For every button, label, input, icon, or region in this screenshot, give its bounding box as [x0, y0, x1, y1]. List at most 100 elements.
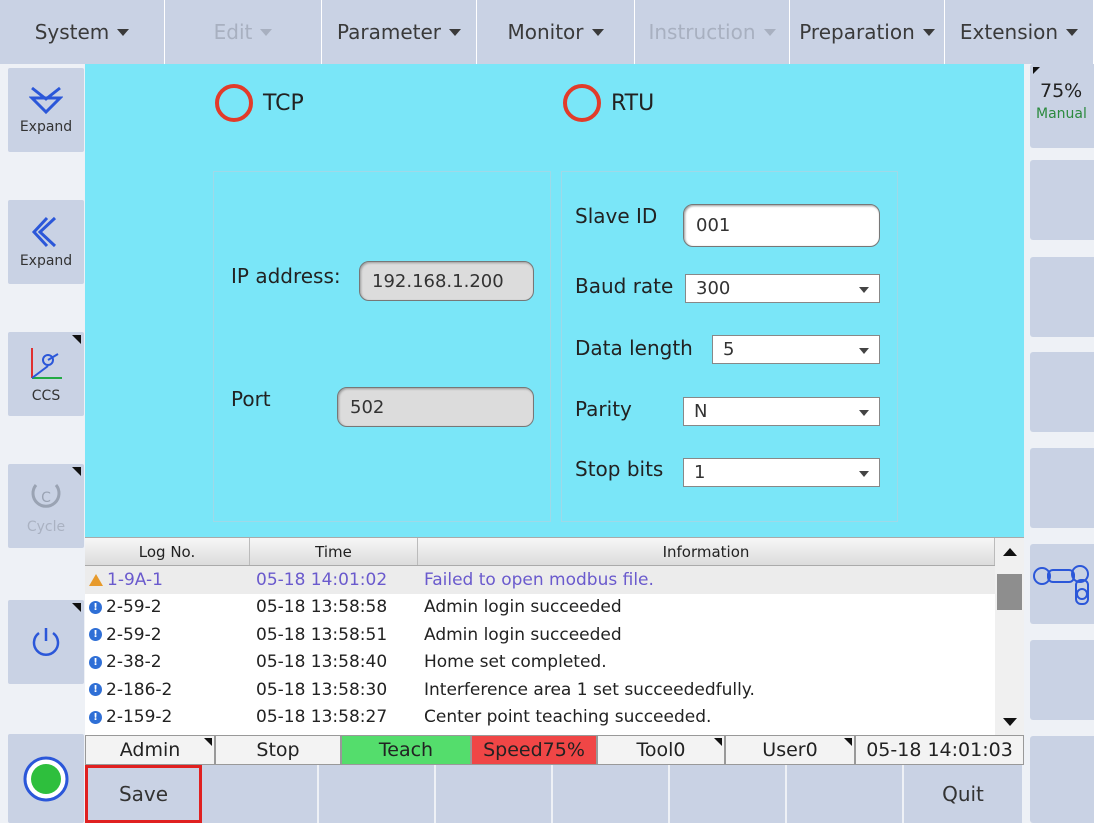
time-header[interactable]: Time [250, 538, 418, 565]
port-field[interactable]: 502 [337, 387, 534, 427]
log-info: Failed to open modbus file. [424, 569, 654, 590]
user-status[interactable]: Admin [85, 735, 215, 765]
tcp-label: TCP [263, 90, 304, 116]
submenu-corner-icon [72, 467, 81, 476]
warning-icon [89, 573, 103, 586]
scroll-down-icon[interactable] [1003, 718, 1017, 726]
right-toolbar: 75% Manual [1024, 64, 1094, 823]
right-button-4[interactable] [1030, 352, 1094, 432]
bottom-button-7[interactable] [787, 765, 904, 823]
data-length-value: 5 [723, 339, 735, 360]
table-row[interactable]: 1-9A-1 05-18 14:01:02 Failed to open mod… [85, 566, 995, 594]
stop-bits-select[interactable]: 1 [683, 458, 880, 487]
log-no: 2-186-2 [106, 679, 173, 700]
expand-down-label: Expand [19, 119, 73, 135]
submenu-corner-icon [72, 603, 81, 612]
chevron-down-icon [859, 348, 869, 354]
submenu-corner-icon [72, 335, 81, 344]
right-button-5[interactable] [1030, 448, 1094, 528]
svg-text:C: C [41, 490, 51, 506]
user-frame-status[interactable]: User0 [725, 735, 855, 765]
baud-rate-value: 300 [696, 278, 731, 299]
speed-value: 75% [1040, 80, 1083, 102]
menu-parameter[interactable]: Parameter [322, 0, 477, 64]
status-bar: Admin Stop Teach Speed75% Tool0 User0 05… [85, 735, 1024, 765]
tcp-group [213, 171, 551, 522]
table-row[interactable]: ! 2-38-2 05-18 13:58:40 Home set complete… [85, 649, 995, 677]
bottom-button-4[interactable] [436, 765, 553, 823]
log-no: 2-59-2 [106, 597, 162, 618]
log-info: Admin login succeeded [424, 624, 622, 645]
table-row[interactable]: ! 2-59-2 05-18 13:58:58 Admin login succe… [85, 594, 995, 622]
slave-id-field[interactable]: 001 [683, 204, 880, 247]
bottom-button-5[interactable] [553, 765, 670, 823]
ccs-button[interactable]: CCS [8, 332, 84, 416]
table-row[interactable]: ! 2-159-2 05-18 13:58:27 Center point tea… [85, 704, 995, 732]
right-button-8[interactable] [1030, 736, 1094, 823]
tcp-radio[interactable]: TCP [215, 84, 304, 122]
right-button-3[interactable] [1030, 257, 1094, 337]
parity-value: N [694, 401, 708, 422]
tool-status[interactable]: Tool0 [597, 735, 725, 765]
bottom-button-3[interactable] [319, 765, 436, 823]
menu-instruction[interactable]: Instruction [635, 0, 790, 64]
parity-label: Parity [575, 397, 632, 421]
left-toolbar: Expand Expand CCS C Cycle [0, 64, 85, 823]
chevron-down-icon [591, 28, 604, 36]
radio-circle-icon [215, 84, 253, 122]
menu-monitor-label: Monitor [507, 20, 584, 44]
data-length-label: Data length [575, 336, 693, 360]
double-chevron-left-icon [31, 216, 57, 248]
bottom-button-6[interactable] [670, 765, 787, 823]
coordinate-system-icon [31, 348, 62, 379]
expand-left-button[interactable]: Expand [8, 200, 84, 284]
menu-system[interactable]: System [0, 0, 165, 64]
radio-circle-icon [563, 84, 601, 122]
chevron-down-icon [859, 471, 869, 477]
slave-id-label: Slave ID [575, 204, 658, 228]
chevron-down-icon [260, 28, 273, 36]
status-indicator-button[interactable] [8, 734, 84, 823]
ccs-label: CCS [31, 388, 61, 404]
power-button[interactable] [8, 600, 84, 684]
log-no-header[interactable]: Log No. [85, 538, 250, 565]
log-no: 1-9A-1 [107, 569, 163, 590]
menu-preparation[interactable]: Preparation [790, 0, 945, 64]
ip-address-field[interactable]: 192.168.1.200 [359, 261, 534, 301]
data-length-select[interactable]: 5 [712, 335, 880, 364]
log-time: 05-18 13:58:27 [256, 707, 388, 728]
quit-button[interactable]: Quit [904, 765, 1024, 823]
speed-status: Speed75% [471, 735, 597, 765]
cycle-icon: C [31, 484, 61, 508]
log-scrollbar[interactable] [995, 538, 1024, 736]
menu-monitor[interactable]: Monitor [477, 0, 635, 64]
menu-edit[interactable]: Edit [165, 0, 322, 64]
rtu-radio[interactable]: RTU [563, 84, 654, 122]
submenu-corner-icon [714, 738, 722, 746]
info-icon: ! [89, 655, 102, 669]
save-button[interactable]: Save [85, 765, 202, 823]
table-row[interactable]: ! 2-186-2 05-18 13:58:30 Interference are… [85, 676, 995, 704]
chevron-down-icon [763, 28, 776, 36]
right-button-7[interactable] [1030, 640, 1094, 720]
cycle-label: Cycle [26, 519, 66, 535]
menu-extension[interactable]: Extension [945, 0, 1094, 64]
baud-rate-select[interactable]: 300 [685, 274, 880, 303]
scroll-up-icon[interactable] [1003, 548, 1017, 556]
info-icon: ! [89, 710, 102, 724]
speed-button[interactable]: 75% Manual [1030, 64, 1094, 148]
expand-down-button[interactable]: Expand [8, 68, 84, 152]
chevron-down-icon [922, 28, 935, 36]
robot-button[interactable] [1030, 544, 1094, 624]
cycle-button[interactable]: C Cycle [8, 464, 84, 548]
parity-select[interactable]: N [683, 397, 880, 426]
log-no: 2-59-2 [106, 624, 162, 645]
information-header[interactable]: Information [418, 538, 995, 565]
scroll-thumb[interactable] [997, 574, 1022, 610]
table-row[interactable]: ! 2-59-2 05-18 13:58:51 Admin login succe… [85, 621, 995, 649]
bottom-button-2[interactable] [202, 765, 319, 823]
menu-system-label: System [34, 20, 110, 44]
menu-extension-label: Extension [959, 20, 1059, 44]
user-frame-label: User0 [762, 739, 818, 761]
right-button-2[interactable] [1030, 160, 1094, 240]
